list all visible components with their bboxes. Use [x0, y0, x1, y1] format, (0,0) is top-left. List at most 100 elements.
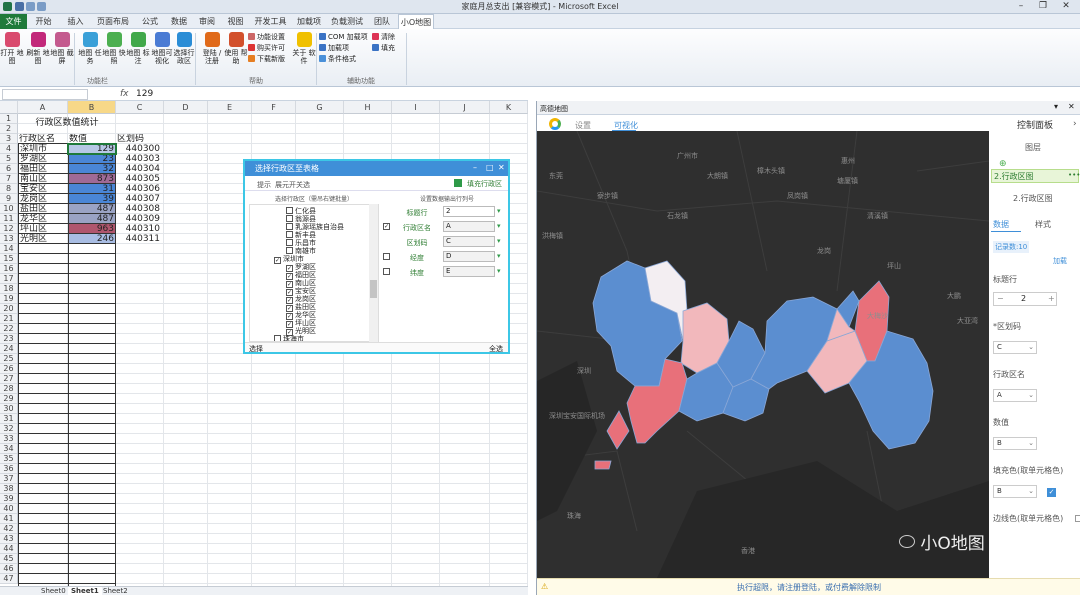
field-select[interactable]: B: [993, 485, 1037, 498]
empty-bordered-cell[interactable]: [68, 454, 116, 464]
dialog-minimize-icon[interactable]: –: [473, 163, 477, 172]
ribbon-button-0[interactable]: 打开 地图: [0, 32, 24, 65]
district-code-cell[interactable]: 440303: [116, 154, 164, 164]
empty-bordered-cell[interactable]: [18, 294, 68, 304]
row-header[interactable]: 14: [0, 244, 18, 254]
empty-bordered-cell[interactable]: [18, 284, 68, 294]
tree-node[interactable]: 珠海市: [274, 335, 304, 341]
dialog-maximize-icon[interactable]: □: [486, 163, 494, 172]
tree-node[interactable]: ✓ 坪山区: [286, 319, 316, 328]
tab-1[interactable]: 开始: [29, 14, 58, 29]
select-all-button[interactable]: 全选: [489, 344, 503, 354]
column-header-J[interactable]: J: [440, 101, 490, 114]
empty-bordered-cell[interactable]: [18, 364, 68, 374]
value-cell[interactable]: 963: [68, 224, 116, 234]
row-header[interactable]: 37: [0, 474, 18, 484]
empty-bordered-cell[interactable]: [18, 514, 68, 524]
pane-menu-icon[interactable]: ▾: [1054, 102, 1058, 111]
empty-bordered-cell[interactable]: [68, 294, 116, 304]
field-select[interactable]: E: [443, 266, 495, 277]
column-header-E[interactable]: E: [208, 101, 252, 114]
field-select[interactable]: C: [993, 341, 1037, 354]
ribbon-small-button-7[interactable]: 填充: [372, 43, 395, 53]
add-layer-icon[interactable]: ⊕: [999, 159, 1007, 169]
tab-9[interactable]: 加载项: [292, 14, 326, 29]
empty-bordered-cell[interactable]: [68, 484, 116, 494]
row-header[interactable]: 31: [0, 414, 18, 424]
tree-node[interactable]: ✓ 光明区: [286, 327, 316, 336]
row-header[interactable]: 18: [0, 284, 18, 294]
empty-bordered-cell[interactable]: [18, 524, 68, 534]
fill-districts-button[interactable]: 填充行政区: [467, 179, 502, 189]
sheet-title-cell[interactable]: 行政区数值统计: [18, 116, 116, 131]
tab-8[interactable]: 开发工具: [251, 14, 290, 29]
restore-icon[interactable]: ❐: [1032, 1, 1054, 12]
tab-settings[interactable]: 设置: [575, 120, 591, 131]
tree-node[interactable]: 南雄市: [286, 247, 316, 255]
column-header-A[interactable]: A: [18, 101, 68, 114]
row-header[interactable]: 42: [0, 524, 18, 534]
hint-label[interactable]: 提示: [257, 180, 271, 190]
decrement-icon[interactable]: −: [997, 294, 1004, 303]
row-header[interactable]: 35: [0, 454, 18, 464]
tab-0[interactable]: 文件: [0, 14, 27, 29]
tab-data[interactable]: 数据: [993, 219, 1009, 230]
empty-bordered-cell[interactable]: [68, 284, 116, 294]
district-tree[interactable]: 仁化县 翁源县 乳源瑶族自治县 新丰县 乐昌市 南雄市 ✓ 深圳市 ✓ 罗湖区 ✓ 福田区 ✓ 南山区 ✓ 宝…: [249, 204, 379, 342]
tree-node[interactable]: ✓ 宝安区: [286, 287, 316, 296]
ribbon-button-9[interactable]: 使用 帮助: [224, 32, 248, 65]
empty-bordered-cell[interactable]: [68, 474, 116, 484]
row-header[interactable]: 8: [0, 184, 18, 194]
column-header-B[interactable]: B: [68, 101, 116, 114]
ribbon-button-10[interactable]: 关于 软件: [292, 32, 316, 65]
tree-checkbox[interactable]: [286, 207, 293, 214]
empty-bordered-cell[interactable]: [18, 374, 68, 384]
column-header-I[interactable]: I: [392, 101, 440, 114]
district-name-cell[interactable]: 宝安区: [18, 184, 68, 194]
ribbon-small-button-0[interactable]: 功能设置: [248, 32, 285, 42]
panel-collapse-icon[interactable]: ›: [1073, 119, 1077, 129]
tree-scrollbar[interactable]: [369, 204, 378, 342]
column-header-C[interactable]: C: [116, 101, 164, 114]
row-header[interactable]: 19: [0, 294, 18, 304]
empty-bordered-cell[interactable]: [18, 464, 68, 474]
empty-bordered-cell[interactable]: [18, 434, 68, 444]
empty-bordered-cell[interactable]: [68, 504, 116, 514]
row-header[interactable]: 41: [0, 514, 18, 524]
row-header[interactable]: 15: [0, 254, 18, 264]
empty-bordered-cell[interactable]: [68, 564, 116, 574]
select-button[interactable]: 选择: [249, 344, 263, 354]
tree-node[interactable]: ✓ 南山区: [286, 279, 316, 288]
pane-close-icon[interactable]: ✕: [1068, 102, 1075, 111]
value-cell[interactable]: 487: [68, 214, 116, 224]
empty-bordered-cell[interactable]: [68, 244, 116, 254]
map-canvas[interactable]: 东莞 深圳 香港 惠州 大亚湾 清溪镇 凤岗镇 龙岗 坪山 大鹏 大梅沙 珠海 广州市 深圳宝安国际机场 塘…: [537, 131, 989, 578]
row-header[interactable]: 6: [0, 164, 18, 174]
district-code-cell[interactable]: 440310: [116, 224, 164, 234]
district-code-cell[interactable]: 440308: [116, 204, 164, 214]
empty-bordered-cell[interactable]: [68, 264, 116, 274]
row-header[interactable]: 22: [0, 324, 18, 334]
minimize-icon[interactable]: –: [1010, 1, 1032, 12]
tree-checkbox[interactable]: [286, 231, 293, 238]
empty-bordered-cell[interactable]: [68, 324, 116, 334]
tree-node[interactable]: ✓ 龙华区: [286, 311, 316, 320]
field-select[interactable]: D: [443, 251, 495, 262]
column-header-F[interactable]: F: [252, 101, 296, 114]
tab-6[interactable]: 审阅: [194, 14, 220, 29]
empty-bordered-cell[interactable]: [18, 484, 68, 494]
expand-toggle[interactable]: 展元开关选: [275, 180, 310, 190]
column-header-D[interactable]: D: [164, 101, 208, 114]
field-select[interactable]: 2: [443, 206, 495, 217]
district-code-cell[interactable]: 440309: [116, 214, 164, 224]
empty-bordered-cell[interactable]: [18, 414, 68, 424]
value-cell[interactable]: 487: [68, 204, 116, 214]
value-cell[interactable]: 23: [68, 154, 116, 164]
empty-bordered-cell[interactable]: [68, 374, 116, 384]
formula-input[interactable]: 129: [136, 88, 153, 101]
district-name-cell[interactable]: 龙华区: [18, 214, 68, 224]
empty-bordered-cell[interactable]: [18, 314, 68, 324]
title-row-stepper[interactable]: − 2 +: [993, 292, 1057, 306]
empty-bordered-cell[interactable]: [18, 394, 68, 404]
district-name-cell[interactable]: 深圳市: [18, 144, 68, 154]
